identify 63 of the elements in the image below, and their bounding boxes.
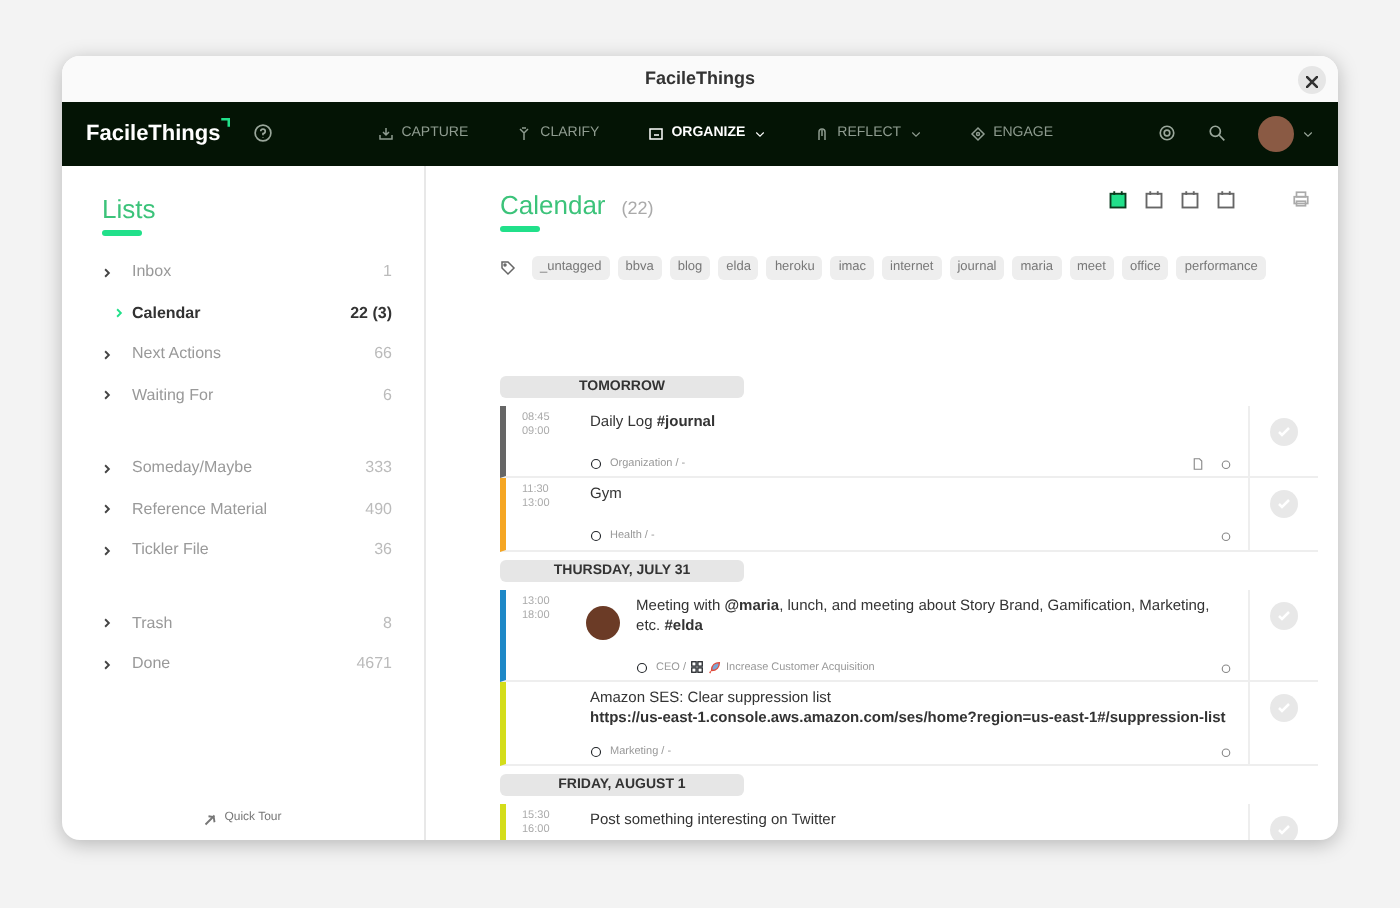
chevron-icon: [102, 504, 112, 515]
sidebar-item[interactable]: Done 4671: [62, 644, 424, 686]
calendar-icon[interactable]: [1180, 189, 1200, 210]
sidebar-item[interactable]: Calendar 22 (3): [62, 293, 424, 335]
title-count: (22): [621, 195, 654, 222]
folder-icon: [647, 125, 664, 142]
item-count: 22 (3): [350, 301, 392, 326]
sidebar-item[interactable]: Tickler File 36: [62, 530, 424, 572]
item-count: 66: [374, 342, 392, 367]
diamond-icon: [969, 125, 986, 142]
sidebar-item[interactable]: Inbox 1: [62, 252, 424, 294]
print-icon[interactable]: [1292, 190, 1310, 209]
item-count: 8: [383, 611, 392, 636]
tag-icon: [500, 260, 516, 277]
chevron-icon: [102, 267, 112, 278]
alarm-icon: [1220, 458, 1232, 471]
grid-icon: [690, 660, 705, 675]
alarm-icon: [1220, 530, 1232, 543]
logo-text[interactable]: FacileThings: [86, 117, 221, 151]
logo-corner-icon: [220, 117, 231, 128]
sidebar-title: Lists: [102, 191, 158, 228]
chevron-icon: [102, 545, 112, 556]
sidebar-item[interactable]: Next Actions 66: [62, 334, 424, 376]
title-underline: [102, 230, 142, 237]
chevron-icon: [102, 659, 112, 670]
help-icon[interactable]: [254, 124, 273, 143]
area-icon: [636, 661, 649, 674]
item-count: 36: [374, 538, 392, 563]
item-count: 1: [383, 260, 392, 285]
chevron-icon: [102, 618, 112, 629]
alarm-icon: [1220, 661, 1232, 674]
fork-icon: [516, 125, 533, 142]
calendar-icon[interactable]: [1216, 189, 1236, 210]
page-title: Calendar: [500, 187, 606, 224]
close-icon[interactable]: [1306, 75, 1318, 88]
area-icon: [590, 530, 602, 543]
avatar-icon[interactable]: [1257, 115, 1294, 152]
chevron-icon: [102, 349, 112, 360]
sidebar-item[interactable]: Someday/Maybe 333: [62, 448, 424, 490]
caret-icon[interactable]: [1301, 127, 1314, 140]
target-icon[interactable]: [1157, 124, 1176, 143]
sidebar-item[interactable]: Trash 8: [62, 603, 424, 645]
item-count: 6: [383, 383, 392, 408]
search-icon[interactable]: [1207, 124, 1226, 143]
calendar-icon[interactable]: [1144, 189, 1164, 210]
calendar-icon[interactable]: [1108, 189, 1128, 210]
alarm-icon: [1220, 745, 1232, 758]
download-icon: [377, 125, 394, 142]
sidebar-item[interactable]: Reference Material 490: [62, 489, 424, 531]
sidebar-item[interactable]: Waiting For 6: [62, 375, 424, 417]
area-icon: [590, 458, 602, 471]
title-underline: [500, 226, 540, 233]
chevron-icon: [114, 308, 124, 319]
area-icon: [590, 745, 602, 758]
chevron-icon: [102, 390, 112, 401]
head-icon: [813, 125, 830, 142]
window-title: FacileThings: [644, 65, 755, 92]
item-count: 490: [365, 497, 392, 522]
item-count: 4671: [356, 652, 392, 677]
check-icon[interactable]: [1276, 822, 1292, 839]
close-button[interactable]: [1298, 66, 1326, 94]
chevron-icon: [102, 463, 112, 474]
item-count: 333: [365, 456, 392, 481]
